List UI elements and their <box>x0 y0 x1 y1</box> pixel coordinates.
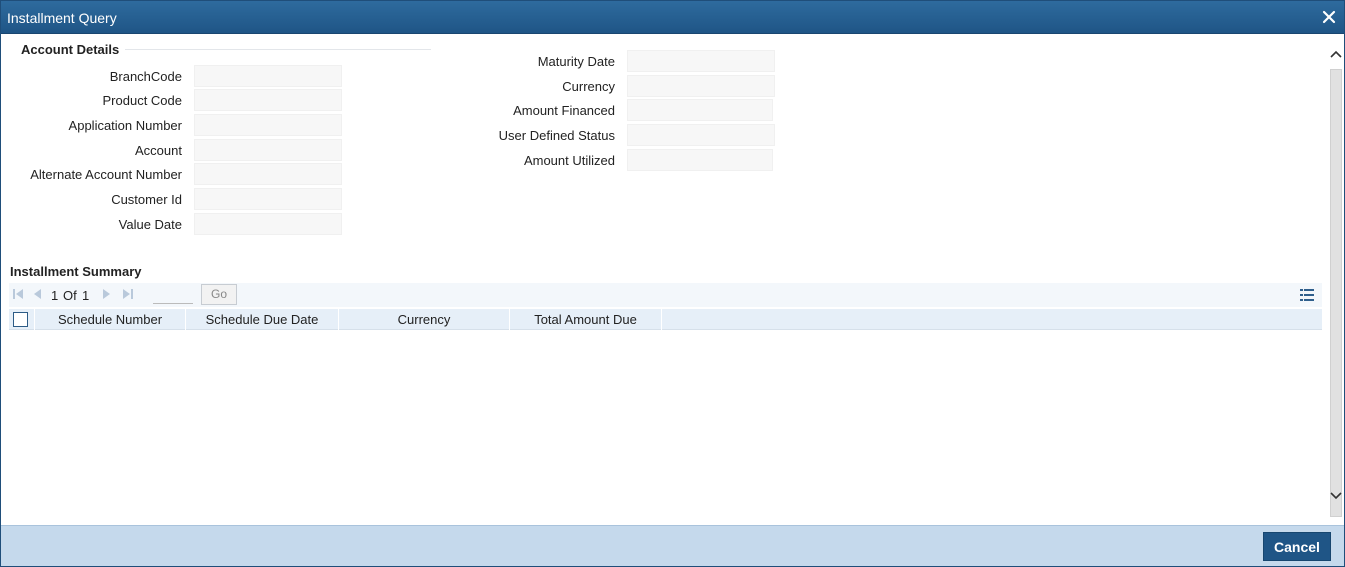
currency-field[interactable] <box>627 75 775 97</box>
title-bar: Installment Query <box>1 1 1344 34</box>
column-total-amount-due[interactable]: Total Amount Due <box>510 309 662 330</box>
footer-bar: Cancel <box>1 525 1344 566</box>
page-number-input[interactable] <box>153 287 193 304</box>
column-currency[interactable]: Currency <box>339 309 510 330</box>
select-all-checkbox[interactable] <box>13 312 28 327</box>
installment-query-window: Installment Query Account Details Branch… <box>0 0 1345 567</box>
cancel-button[interactable]: Cancel <box>1263 532 1331 561</box>
customer-id-field[interactable] <box>194 188 342 210</box>
section-divider <box>125 49 431 50</box>
amount-utilized-label: Amount Utilized <box>523 153 615 168</box>
previous-page-icon[interactable] <box>33 288 42 300</box>
scroll-up-icon[interactable] <box>1330 49 1342 61</box>
first-page-icon[interactable] <box>13 288 24 300</box>
scroll-down-icon[interactable] <box>1330 489 1342 501</box>
branch-code-label: BranchCode <box>109 69 182 84</box>
alternate-account-number-label: Alternate Account Number <box>30 167 182 182</box>
value-date-field[interactable] <box>194 213 342 235</box>
installment-summary-heading: Installment Summary <box>10 264 142 279</box>
amount-utilized-field[interactable] <box>627 149 773 171</box>
value-date-label: Value Date <box>118 217 182 232</box>
amount-financed-label: Amount Financed <box>513 103 615 118</box>
alternate-account-number-field[interactable] <box>194 163 342 185</box>
main-content: Account Details BranchCode Product Code … <box>1 35 1328 517</box>
go-button[interactable]: Go <box>201 284 237 305</box>
pagination-toolbar: 1 Of 1 Go <box>9 283 1322 307</box>
maturity-date-label: Maturity Date <box>537 54 615 69</box>
scrollbar-thumb[interactable] <box>1330 69 1342 517</box>
page-of-label: Of <box>63 288 77 303</box>
vertical-scrollbar[interactable] <box>1328 35 1344 517</box>
application-number-field[interactable] <box>194 114 342 136</box>
branch-code-field[interactable] <box>194 65 342 87</box>
amount-financed-field[interactable] <box>627 99 773 121</box>
product-code-label: Product Code <box>102 93 183 108</box>
account-field[interactable] <box>194 139 342 161</box>
current-page: 1 <box>51 288 59 303</box>
product-code-field[interactable] <box>194 89 342 111</box>
maturity-date-field[interactable] <box>627 50 775 72</box>
column-schedule-due-date[interactable]: Schedule Due Date <box>186 309 339 330</box>
user-defined-status-label: User Defined Status <box>498 128 615 143</box>
account-label: Account <box>135 143 182 158</box>
account-details-heading: Account Details <box>21 42 120 57</box>
table-header-row: Schedule Number Schedule Due Date Curren… <box>9 309 1322 330</box>
window-title: Installment Query <box>7 10 117 26</box>
application-number-label: Application Number <box>68 118 182 133</box>
user-defined-status-field[interactable] <box>627 124 775 146</box>
total-pages: 1 <box>82 288 90 303</box>
select-all-cell <box>9 309 35 330</box>
last-page-icon[interactable] <box>122 288 133 300</box>
column-schedule-number[interactable]: Schedule Number <box>35 309 186 330</box>
close-icon[interactable] <box>1322 10 1336 24</box>
customer-id-label: Customer Id <box>111 192 182 207</box>
currency-label: Currency <box>562 79 615 94</box>
next-page-icon[interactable] <box>102 288 111 300</box>
column-settings-icon[interactable] <box>1300 289 1314 301</box>
